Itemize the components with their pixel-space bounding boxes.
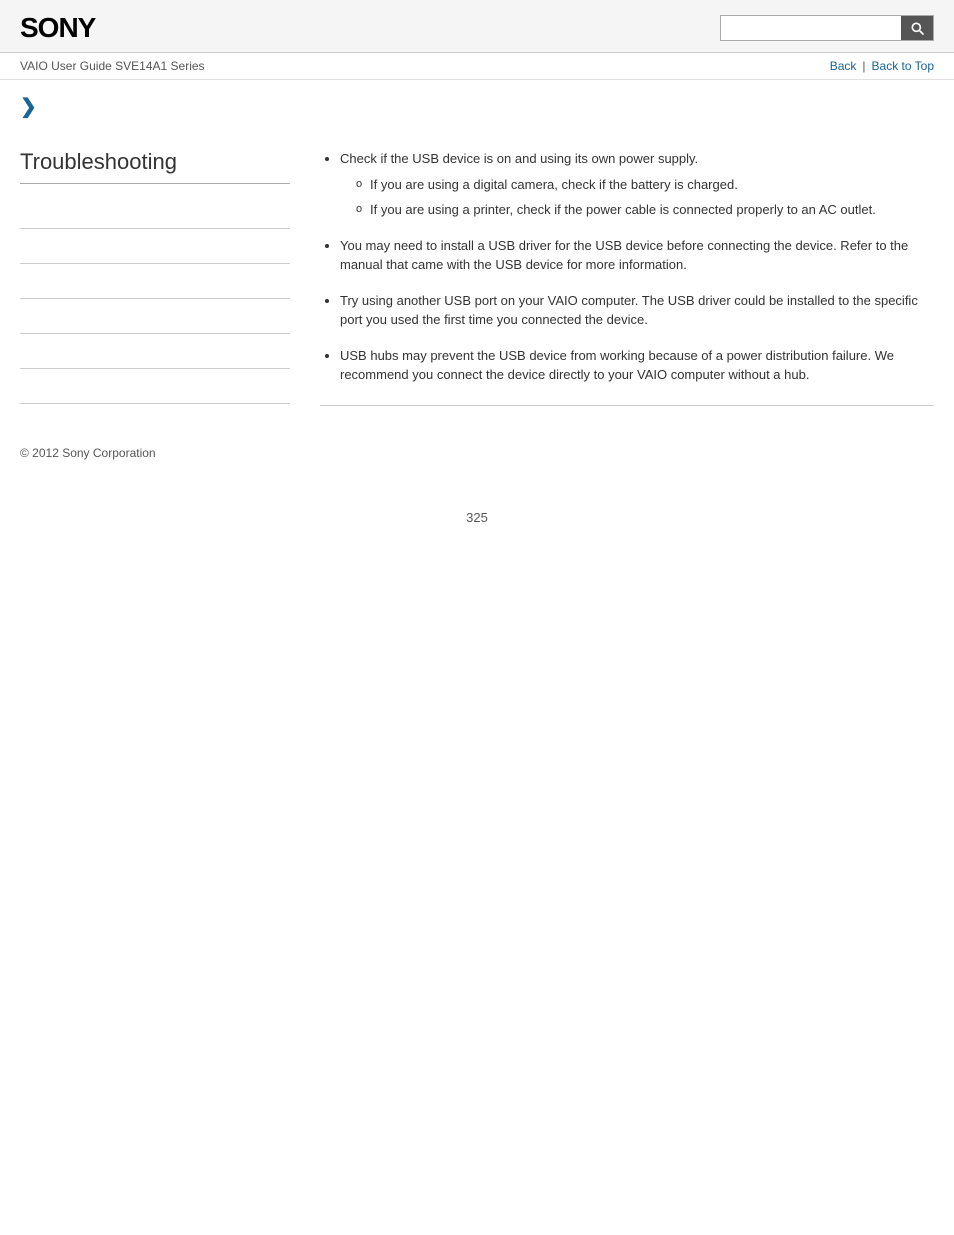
- nav-bar: VAIO User Guide SVE14A1 Series Back | Ba…: [0, 53, 954, 80]
- top-section: ❯: [0, 80, 954, 119]
- sidebar-link-6[interactable]: [20, 379, 290, 393]
- right-content: Check if the USB device is on and using …: [320, 139, 934, 406]
- list-item: [20, 369, 290, 404]
- sub-list-item: If you are using a digital camera, check…: [356, 175, 934, 195]
- nav-separator: |: [862, 59, 865, 73]
- main-content: Troubleshooting Check if th: [0, 119, 954, 426]
- content-divider: [320, 405, 934, 406]
- search-input[interactable]: [721, 17, 901, 40]
- nav-right: Back | Back to Top: [830, 59, 934, 73]
- back-link[interactable]: Back: [830, 59, 857, 73]
- content-list: Check if the USB device is on and using …: [320, 149, 934, 385]
- list-item: [20, 194, 290, 229]
- list-item: [20, 229, 290, 264]
- page-number: 325: [0, 490, 954, 545]
- list-item: [20, 299, 290, 334]
- footer: © 2012 Sony Corporation: [0, 426, 954, 490]
- search-button[interactable]: [901, 16, 933, 40]
- content-bullet-item: Check if the USB device is on and using …: [340, 149, 934, 220]
- list-item: [20, 264, 290, 299]
- sidebar: Troubleshooting: [20, 139, 320, 406]
- content-bullet-item: Try using another USB port on your VAIO …: [340, 291, 934, 330]
- sony-logo: SONY: [20, 12, 95, 44]
- sidebar-link-1[interactable]: [20, 204, 290, 218]
- list-item: [20, 334, 290, 369]
- sidebar-link-3[interactable]: [20, 274, 290, 288]
- sidebar-links: [20, 194, 290, 404]
- back-to-top-link[interactable]: Back to Top: [872, 59, 934, 73]
- sub-list: If you are using a digital camera, check…: [340, 175, 934, 220]
- search-box: [720, 15, 934, 41]
- guide-title: VAIO User Guide SVE14A1 Series: [20, 59, 205, 73]
- chevron-icon[interactable]: ❯: [20, 96, 37, 118]
- sidebar-title: Troubleshooting: [20, 149, 290, 184]
- sidebar-link-5[interactable]: [20, 344, 290, 358]
- sidebar-link-2[interactable]: [20, 239, 290, 253]
- search-icon: [909, 20, 925, 36]
- sub-list-item: If you are using a printer, check if the…: [356, 200, 934, 220]
- content-bullet-item: You may need to install a USB driver for…: [340, 236, 934, 275]
- sidebar-link-4[interactable]: [20, 309, 290, 323]
- header: SONY: [0, 0, 954, 53]
- content-bullet-item: USB hubs may prevent the USB device from…: [340, 346, 934, 385]
- copyright-text: © 2012 Sony Corporation: [20, 446, 156, 460]
